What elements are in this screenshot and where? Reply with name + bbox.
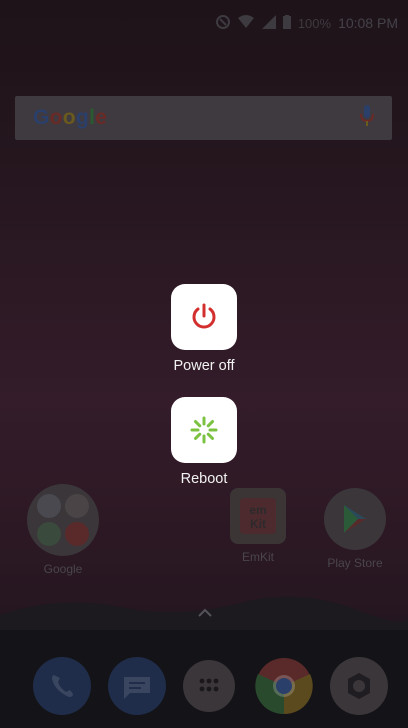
app-label: Play Store (327, 556, 383, 570)
svg-text:Kit: Kit (250, 517, 266, 531)
emkit-icon: em Kit (230, 488, 286, 544)
status-clock: 10:08 PM (338, 15, 398, 31)
app-label: EmKit (241, 550, 274, 564)
reboot-option[interactable]: Reboot (164, 397, 244, 487)
battery-icon (282, 14, 291, 32)
power-off-option[interactable]: Power off (164, 284, 244, 374)
power-icon (192, 303, 216, 329)
power-off-label: Power off (173, 358, 235, 374)
reboot-label: Reboot (180, 471, 228, 487)
reboot-button[interactable] (171, 397, 237, 463)
status-bar: 100% 10:08 PM (0, 12, 408, 34)
play-store-icon (324, 488, 386, 550)
chrome-icon[interactable] (255, 657, 313, 715)
camera-icon[interactable] (330, 657, 388, 715)
messages-icon[interactable] (108, 657, 166, 715)
google-search-bar[interactable]: Google (15, 96, 392, 140)
app-play-store[interactable]: Play Store (315, 488, 395, 570)
reboot-icon (190, 416, 218, 444)
google-logo: Google (33, 106, 108, 129)
app-drawer-icon[interactable] (183, 660, 235, 712)
home-screen: 100% 10:08 PM Google Google em Kit EmKit… (0, 0, 408, 728)
google-folder-icon (27, 484, 99, 556)
phone-icon[interactable] (33, 657, 91, 715)
mic-icon[interactable] (360, 104, 374, 132)
app-label: Google (43, 562, 83, 576)
app-emkit[interactable]: em Kit EmKit (218, 488, 298, 564)
battery-percent: 100% (297, 15, 332, 31)
nfc-icon (215, 14, 230, 32)
power-off-button[interactable] (171, 284, 237, 350)
wifi-icon (237, 14, 255, 32)
signal-icon (261, 14, 276, 32)
chevron-up-icon[interactable] (198, 608, 212, 618)
svg-text:em: em (249, 503, 266, 517)
app-google-folder[interactable]: Google (23, 484, 103, 576)
